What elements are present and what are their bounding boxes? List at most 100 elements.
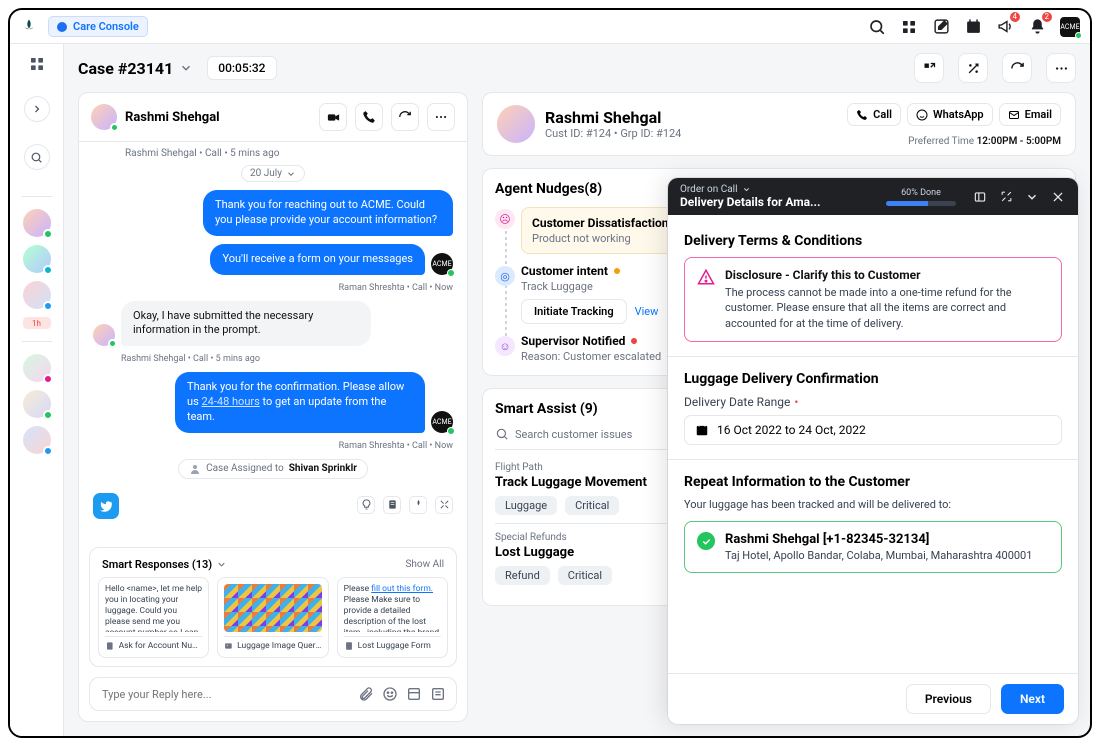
call-button[interactable]: Call	[847, 103, 901, 126]
panel-footer: Previous Next	[668, 673, 1078, 724]
chevron-down-icon	[216, 559, 227, 570]
chat-more-icon[interactable]	[427, 103, 455, 131]
customer-avatar-icon	[93, 324, 115, 346]
search-icon[interactable]	[868, 18, 886, 36]
smart-responses-title: Smart Responses (13)	[102, 558, 212, 571]
calendar-icon	[695, 423, 709, 437]
delivery-details-panel: Order on Call Delivery Details for Ama..…	[668, 178, 1078, 724]
warning-icon	[697, 268, 715, 331]
announcements-badge: 4	[1010, 12, 1021, 22]
message-stamp: Raman Shreshta • Call • Now	[93, 283, 453, 293]
sidebar-toggle-icon[interactable]	[972, 189, 988, 205]
agent-message: Thank you for reaching out to ACME. Coul…	[203, 190, 453, 236]
magic-icon[interactable]	[958, 53, 988, 83]
previous-button[interactable]: Previous	[906, 684, 991, 714]
doc-icon	[344, 641, 354, 651]
supervisor-icon: ☺	[495, 336, 515, 356]
smart-responses: Smart Responses (13) Show All Hello <nam…	[89, 547, 457, 667]
close-panel-icon[interactable]	[1050, 189, 1066, 205]
panel-header: Order on Call Delivery Details for Ama..…	[668, 178, 1078, 215]
compose-icon[interactable]	[932, 18, 950, 36]
show-all-link[interactable]: Show All	[405, 559, 444, 570]
section-heading: Delivery Terms & Conditions	[684, 233, 1062, 249]
customer-name: Rashmi Shehgal	[545, 108, 681, 127]
expand-icon[interactable]	[435, 496, 453, 514]
customer-avatar-icon	[497, 105, 535, 143]
search-icon	[495, 427, 509, 441]
smart-response-card[interactable]: Hello <name>, let me help you in locatin…	[98, 577, 209, 658]
leaf-icon[interactable]	[409, 496, 427, 514]
apps-icon[interactable]	[900, 18, 918, 36]
calendar-icon[interactable]	[964, 18, 982, 36]
email-button[interactable]: Email	[999, 103, 1061, 126]
customer-avatar-icon	[91, 104, 117, 130]
phone-icon[interactable]	[355, 103, 383, 131]
panel-breadcrumb[interactable]: Order on Call	[680, 184, 870, 195]
twitter-icon[interactable]	[93, 493, 119, 519]
case-assigned-chip: Case Assigned to Shivan Sprinklr	[178, 459, 368, 479]
sad-face-icon: ☹	[495, 209, 515, 229]
reply-input[interactable]	[100, 687, 350, 702]
field-label: Delivery Date Range•	[684, 395, 1062, 409]
expand-panel-icon[interactable]	[998, 189, 1014, 205]
panel-progress: 60% Done	[880, 188, 962, 206]
check-icon	[697, 532, 715, 550]
refresh-icon[interactable]	[1002, 53, 1032, 83]
agent-message: Thank you for the confirmation. Please a…	[175, 372, 425, 433]
template-icon[interactable]	[406, 686, 422, 702]
note-icon[interactable]	[383, 496, 401, 514]
rail-search-icon[interactable]	[24, 144, 50, 170]
chat-subline: Rashmi Shehgal • Call • 5 mins ago	[79, 142, 467, 159]
rail-contact-1[interactable]	[23, 209, 51, 237]
reply-composer[interactable]	[89, 677, 457, 711]
chevron-down-icon	[742, 185, 751, 194]
chat-column: Rashmi Shehgal Rashmi Shehgal • Call • 5…	[78, 92, 468, 722]
target-icon: ◎	[495, 266, 515, 286]
rail-contact-4[interactable]	[23, 354, 51, 382]
smart-response-card[interactable]: Please fill out this form. Please Make s…	[337, 577, 448, 658]
rail-expand-icon[interactable]	[24, 96, 50, 122]
luggage-image-icon	[224, 584, 321, 632]
notifications-badge: 2	[1042, 12, 1053, 22]
video-icon[interactable]	[319, 103, 347, 131]
announcements-icon[interactable]: 4	[996, 18, 1014, 36]
more-icon[interactable]	[1046, 53, 1076, 83]
rail-contact-6[interactable]	[23, 426, 51, 454]
collapse-panel-icon[interactable]	[1024, 189, 1040, 205]
panel-title: Delivery Details for Ama...	[680, 195, 870, 209]
panel-body: Delivery Terms & Conditions Disclosure -…	[668, 215, 1078, 673]
snippet-icon[interactable]	[430, 686, 446, 702]
workspace-avatar[interactable]: ACME	[1060, 17, 1080, 37]
next-button[interactable]: Next	[1001, 684, 1064, 714]
case-title[interactable]: Case #23141	[78, 59, 193, 78]
date-range-field[interactable]: 16 Oct 2022 to 24 Oct, 2022	[684, 415, 1062, 445]
refresh-chat-icon[interactable]	[391, 103, 419, 131]
smart-response-card[interactable]: Luggage Image Queryin...	[217, 577, 328, 658]
repeat-info-text: Your luggage has been tracked and will b…	[684, 498, 1062, 511]
agent-message: You'll receive a form on your messages	[210, 244, 425, 275]
case-header: Case #23141 00:05:32	[64, 44, 1090, 92]
rail-contact-5[interactable]	[23, 390, 51, 418]
image-icon	[224, 641, 233, 651]
rail-contact-2[interactable]	[23, 245, 51, 273]
product-tab[interactable]: Care Console	[48, 16, 148, 37]
whatsapp-button[interactable]: WhatsApp	[907, 103, 993, 126]
left-rail: 1h	[10, 44, 64, 736]
dock-icon[interactable]	[914, 53, 944, 83]
doc-icon	[105, 641, 115, 651]
progress-fill	[886, 201, 928, 206]
attachment-icon[interactable]	[358, 686, 374, 702]
chevron-down-icon	[179, 61, 193, 75]
emoji-icon[interactable]	[382, 686, 398, 702]
message-stamp: Raman Shreshta • Call • Now	[93, 441, 453, 451]
chat-header: Rashmi Shehgal	[79, 93, 467, 142]
rail-contact-3[interactable]	[23, 281, 51, 309]
section-heading: Repeat Information to the Customer	[684, 474, 1062, 490]
view-link[interactable]: View	[635, 305, 659, 318]
customer-card: Rashmi Shehgal Cust ID: #124 • Grp ID: #…	[482, 92, 1076, 156]
bulb-icon[interactable]	[357, 496, 375, 514]
notifications-icon[interactable]: 2	[1028, 18, 1046, 36]
rail-dashboard-icon[interactable]	[25, 52, 49, 76]
initiate-tracking-button[interactable]: Initiate Tracking	[521, 299, 627, 324]
delivery-address-box: Rashmi Shehgal [+1-82345-32134] Taj Hote…	[684, 521, 1062, 573]
